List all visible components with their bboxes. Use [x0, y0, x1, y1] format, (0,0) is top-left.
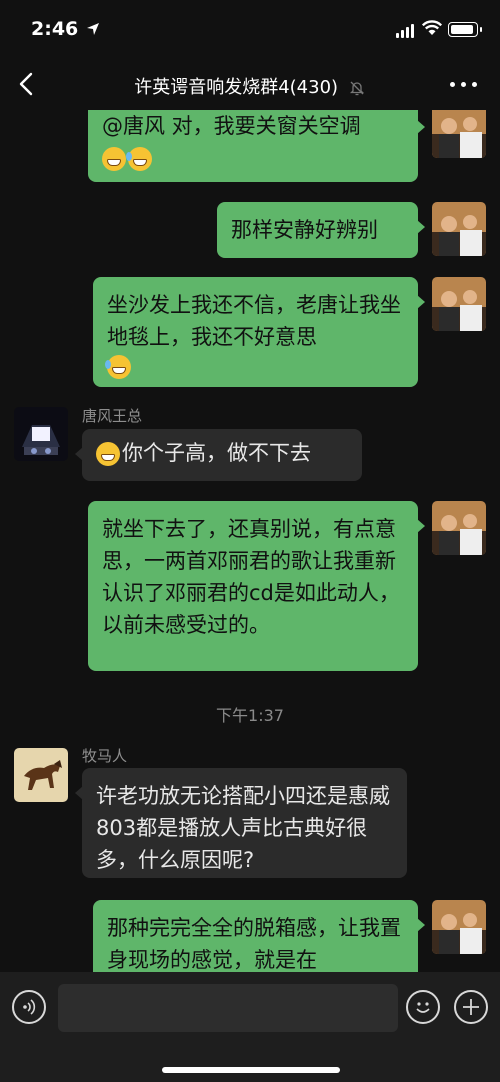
plus-icon [463, 999, 479, 1015]
message-timestamp: 下午1:37 [216, 706, 284, 725]
self-avatar[interactable] [432, 110, 486, 158]
self-avatar[interactable] [432, 202, 486, 256]
message-text: 你个子高，做不下去 [122, 441, 311, 465]
self-avatar[interactable] [432, 501, 486, 555]
battery-icon [448, 22, 482, 37]
chat-title-wrap[interactable]: 许英谔音响发烧群4(430) [90, 73, 410, 99]
message-bubble-self[interactable]: 那种完完全全的脱箱感，让我置身现场的感觉，就是在 [93, 900, 425, 972]
sender-name: 唐风王总 [82, 407, 143, 425]
cellular-signal-icon [396, 24, 418, 38]
laugh-cry-icon [126, 147, 152, 171]
self-avatar[interactable] [432, 277, 486, 331]
grin-icon [96, 442, 120, 466]
message-bubble-self[interactable]: @唐风 对，我要关窗关空调 [88, 110, 425, 182]
message-text: 那样安静好辨别 [231, 218, 378, 242]
more-options-icon[interactable] [450, 76, 480, 92]
back-chevron-icon[interactable] [16, 71, 38, 97]
message-bubble-other[interactable]: 许老功放无论搭配小四还是惠威803都是播放人声比古典好很多，什么原因呢? [75, 768, 407, 878]
voice-input-button[interactable] [12, 990, 46, 1024]
status-time: 2:46 [31, 18, 79, 40]
message-bubble-self[interactable]: 那样安静好辨别 [217, 202, 425, 258]
message-input[interactable] [58, 984, 398, 1032]
message-text: 就坐下去了，还真别说，有点意思，一两首邓丽君的歌让我重新认识了邓丽君的cd是如此… [102, 517, 400, 637]
message-bubble-self[interactable]: 就坐下去了，还真别说，有点意思，一两首邓丽君的歌让我重新认识了邓丽君的cd是如此… [88, 501, 425, 671]
message-bubble-other[interactable]: 你个子高，做不下去 [75, 429, 362, 481]
smiley-icon [416, 1002, 430, 1013]
grin-icon [102, 147, 126, 171]
message-text: 坐沙发上我还不信，老唐让我坐地毯上，我还不好意思 [107, 293, 401, 349]
home-indicator [162, 1067, 340, 1073]
more-functions-button[interactable] [454, 990, 488, 1024]
input-bar [0, 972, 500, 1082]
location-arrow-icon [87, 23, 99, 35]
wifi-icon [421, 20, 443, 35]
self-avatar[interactable] [432, 900, 486, 954]
emoji-button[interactable] [406, 990, 440, 1024]
chat-header: 许英谔音响发烧群4(430) [0, 58, 500, 110]
message-list[interactable]: @唐风 对，我要关窗关空调 那样安静好辨别 坐沙发上我还不信，老唐让我坐地毯上，… [0, 110, 500, 972]
laugh-cry-icon [105, 355, 131, 379]
status-bar: 2:46 [0, 0, 500, 58]
message-text: @唐风 对，我要关窗关空调 [102, 114, 361, 138]
contact-avatar[interactable] [14, 748, 68, 802]
mute-bell-icon [349, 81, 364, 96]
message-bubble-self[interactable]: 坐沙发上我还不信，老唐让我坐地毯上，我还不好意思 [93, 277, 425, 387]
voice-wave-icon [23, 999, 36, 1015]
sender-name: 牧马人 [82, 747, 128, 765]
contact-avatar[interactable] [14, 407, 68, 461]
message-text: 许老功放无论搭配小四还是惠威803都是播放人声比古典好很多，什么原因呢? [96, 784, 390, 872]
chat-title: 许英谔音响发烧群4(430) [134, 77, 339, 98]
message-text: 那种完完全全的脱箱感，让我置身现场的感觉，就是在 [107, 916, 401, 972]
